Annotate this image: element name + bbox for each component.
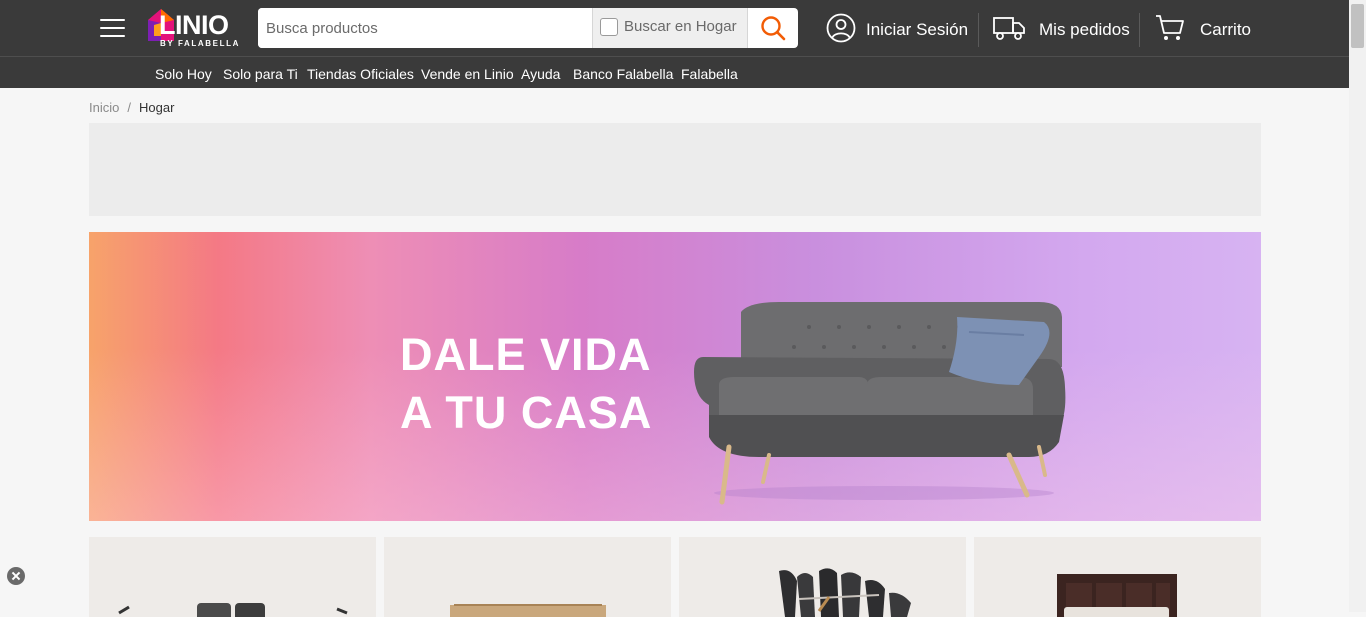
nav-item-solo-hoy[interactable]: Solo Hoy: [155, 66, 212, 82]
brand-logo[interactable]: LINIO BY FALABELLA: [148, 8, 244, 50]
truck-icon: [993, 17, 1025, 40]
search-bar: Buscar en Hogar: [258, 8, 798, 48]
user-icon: [826, 13, 856, 43]
breadcrumb: Inicio / Hogar: [89, 100, 174, 115]
search-scope-label: Buscar en Hogar: [624, 18, 737, 35]
nav-item-ayuda[interactable]: Ayuda: [521, 66, 560, 82]
nav-item-tiendas-oficiales[interactable]: Tiendas Oficiales: [307, 66, 414, 82]
scrollbar-thumb[interactable]: [1351, 4, 1364, 48]
secondary-nav: Solo Hoy Solo para Ti Tiendas Oficiales …: [0, 56, 1349, 88]
dining-set-image: [779, 568, 911, 617]
category-cards: [89, 537, 1261, 617]
close-icon[interactable]: [7, 567, 25, 585]
cushions-image: [118, 603, 348, 617]
cart-icon: [1156, 15, 1184, 40]
cart-label: Carrito: [1200, 20, 1252, 39]
hero-banner[interactable]: DALE VIDA A TU CASA: [89, 232, 1261, 521]
hero-overlay: [89, 232, 1261, 521]
login-label: Iniciar Sesión: [866, 20, 969, 39]
category-card[interactable]: [89, 537, 376, 617]
search-scope-checkbox[interactable]: [600, 18, 618, 36]
breadcrumb-item-hogar: Hogar: [138, 100, 175, 115]
breadcrumb-item-inicio[interactable]: Inicio: [89, 100, 119, 115]
table-image: [450, 604, 606, 617]
category-card[interactable]: [384, 537, 671, 617]
breadcrumb-separator: /: [127, 100, 131, 115]
login-link[interactable]: Iniciar Sesión: [826, 10, 969, 48]
orders-label: Mis pedidos: [1039, 20, 1130, 39]
category-card[interactable]: [974, 537, 1261, 617]
cart-link[interactable]: Carrito: [1155, 10, 1255, 48]
brand-name: LINIO: [159, 10, 229, 40]
hero-headline-line1: DALE VIDA: [400, 329, 652, 380]
search-scope-toggle[interactable]: Buscar en Hogar: [592, 8, 748, 48]
hero-headline-line2: A TU CASA: [400, 387, 653, 438]
brand-subtitle: BY FALABELLA: [160, 39, 240, 48]
search-input[interactable]: [258, 8, 592, 48]
search-button[interactable]: [748, 8, 798, 48]
banner-placeholder: [89, 123, 1261, 216]
top-header: LINIO BY FALABELLA Buscar en Hogar Inici…: [0, 0, 1349, 56]
sofa-image: [694, 302, 1066, 505]
menu-icon[interactable]: [100, 19, 125, 37]
header-divider: [1139, 13, 1140, 47]
nav-item-falabella[interactable]: Falabella: [681, 66, 738, 82]
header-divider: [978, 13, 979, 47]
nav-item-solo-para-ti[interactable]: Solo para Ti: [223, 66, 298, 82]
search-icon: [761, 16, 786, 41]
category-card[interactable]: [679, 537, 966, 617]
bed-image: [1057, 574, 1177, 617]
orders-link[interactable]: Mis pedidos: [993, 10, 1130, 48]
nav-item-vende-en-linio[interactable]: Vende en Linio: [421, 66, 514, 82]
nav-item-banco-falabella[interactable]: Banco Falabella: [573, 66, 673, 82]
page-scrollbar[interactable]: [1349, 0, 1366, 612]
